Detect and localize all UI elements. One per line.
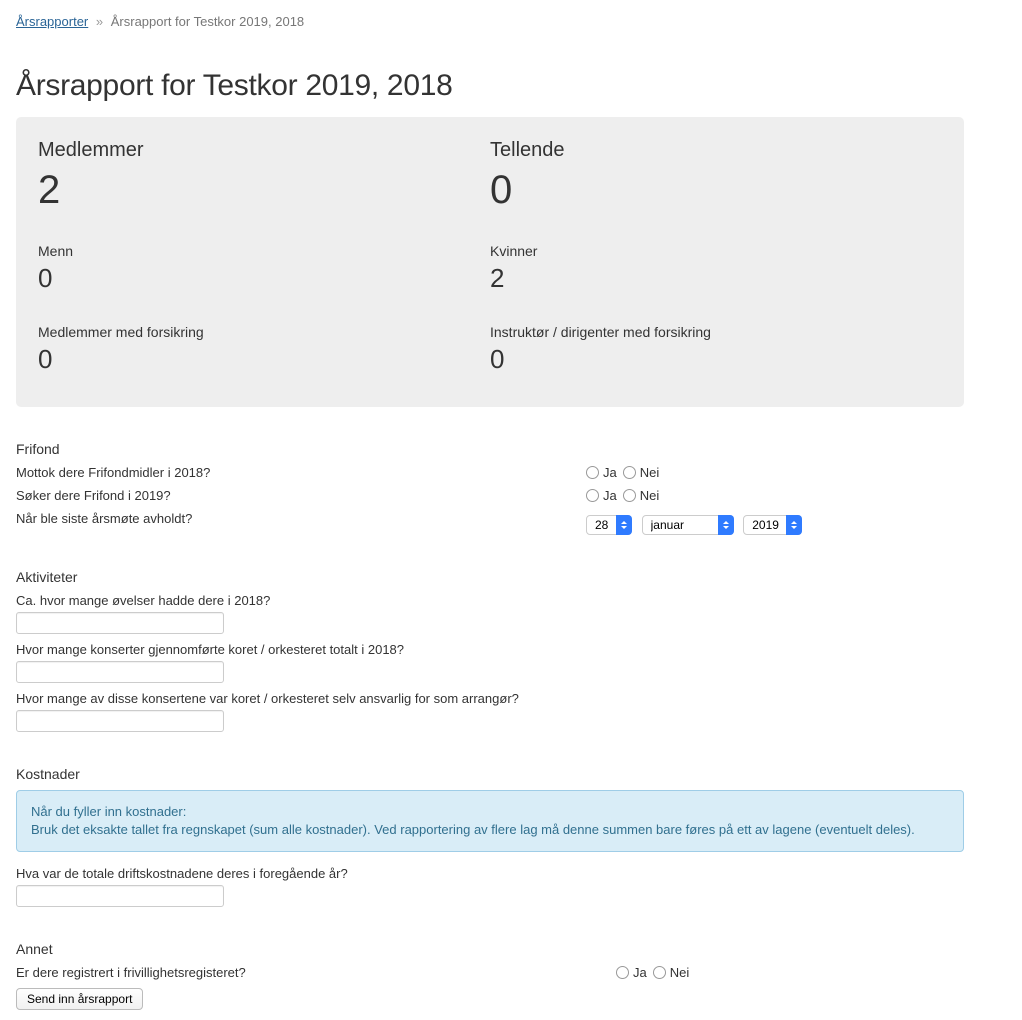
- frifond-apply-radios: Ja Nei: [586, 488, 1006, 503]
- volunteer-register-radios: Ja Nei: [616, 965, 1006, 980]
- stat-members-value: 2: [38, 168, 490, 213]
- breadcrumb-current: Årsrapport for Testkor 2019, 2018: [111, 14, 304, 29]
- meeting-day-select[interactable]: 28: [586, 515, 632, 535]
- frifond-received-yes[interactable]: [586, 466, 599, 479]
- label-no: Nei: [640, 488, 660, 503]
- section-costs-heading: Kostnader: [16, 766, 1006, 782]
- concerts-total-input[interactable]: [16, 661, 224, 683]
- q-frifond-apply: Søker dere Frifond i 2019?: [16, 488, 586, 503]
- q-concerts-own: Hvor mange av disse konsertene var koret…: [16, 691, 1006, 706]
- q-concerts-total: Hvor mange konserter gjennomførte koret …: [16, 642, 1006, 657]
- q-volunteer-register: Er dere registrert i frivillighetsregist…: [16, 965, 616, 980]
- stat-members-label: Medlemmer: [38, 139, 490, 162]
- label-no: Nei: [670, 965, 690, 980]
- stat-counting-label: Tellende: [490, 139, 942, 162]
- q-total-costs: Hva var de totale driftskostnadene deres…: [16, 866, 1006, 881]
- concerts-own-input[interactable]: [16, 710, 224, 732]
- frifond-received-no[interactable]: [623, 466, 636, 479]
- stat-insured-members-label: Medlemmer med forsikring: [38, 324, 490, 340]
- volunteer-register-yes[interactable]: [616, 966, 629, 979]
- stats-panel: Medlemmer 2 Tellende 0 Menn 0 Kvinner 2 …: [16, 117, 964, 407]
- breadcrumb-sep: »: [96, 14, 103, 29]
- label-yes: Ja: [603, 488, 617, 503]
- stat-insured-instructors-value: 0: [490, 344, 942, 375]
- section-other-heading: Annet: [16, 941, 1006, 957]
- stat-counting-value: 0: [490, 168, 942, 213]
- rehearsals-input[interactable]: [16, 612, 224, 634]
- stat-men-label: Menn: [38, 243, 490, 259]
- meeting-month-select[interactable]: januar: [642, 515, 734, 535]
- section-frifond-heading: Frifond: [16, 441, 1006, 457]
- stat-insured-members-value: 0: [38, 344, 490, 375]
- total-costs-input[interactable]: [16, 885, 224, 907]
- volunteer-register-no[interactable]: [653, 966, 666, 979]
- stat-men-value: 0: [38, 263, 490, 294]
- label-yes: Ja: [633, 965, 647, 980]
- section-activities-heading: Aktiviteter: [16, 569, 1006, 585]
- q-last-meeting: Når ble siste årsmøte avholdt?: [16, 511, 586, 526]
- q-rehearsals: Ca. hvor mange øvelser hadde dere i 2018…: [16, 593, 1006, 608]
- meeting-year-select[interactable]: 2019: [743, 515, 802, 535]
- label-yes: Ja: [603, 465, 617, 480]
- info-line1: Når du fyller inn kostnader:: [31, 803, 949, 821]
- stat-insured-instructors-label: Instruktør / dirigenter med forsikring: [490, 324, 942, 340]
- stat-women-label: Kvinner: [490, 243, 942, 259]
- stat-women-value: 2: [490, 263, 942, 294]
- label-no: Nei: [640, 465, 660, 480]
- info-line2: Bruk det eksakte tallet fra regnskapet (…: [31, 821, 949, 839]
- breadcrumb-root-link[interactable]: Årsrapporter: [16, 14, 88, 29]
- page-title: Årsrapport for Testkor 2019, 2018: [16, 69, 1006, 103]
- costs-info-box: Når du fyller inn kostnader: Bruk det ek…: [16, 790, 964, 852]
- q-frifond-received: Mottok dere Frifondmidler i 2018?: [16, 465, 586, 480]
- frifond-apply-no[interactable]: [623, 489, 636, 502]
- breadcrumb: Årsrapporter » Årsrapport for Testkor 20…: [16, 14, 1006, 29]
- submit-button[interactable]: Send inn årsrapport: [16, 988, 143, 1010]
- frifond-received-radios: Ja Nei: [586, 465, 1006, 480]
- frifond-apply-yes[interactable]: [586, 489, 599, 502]
